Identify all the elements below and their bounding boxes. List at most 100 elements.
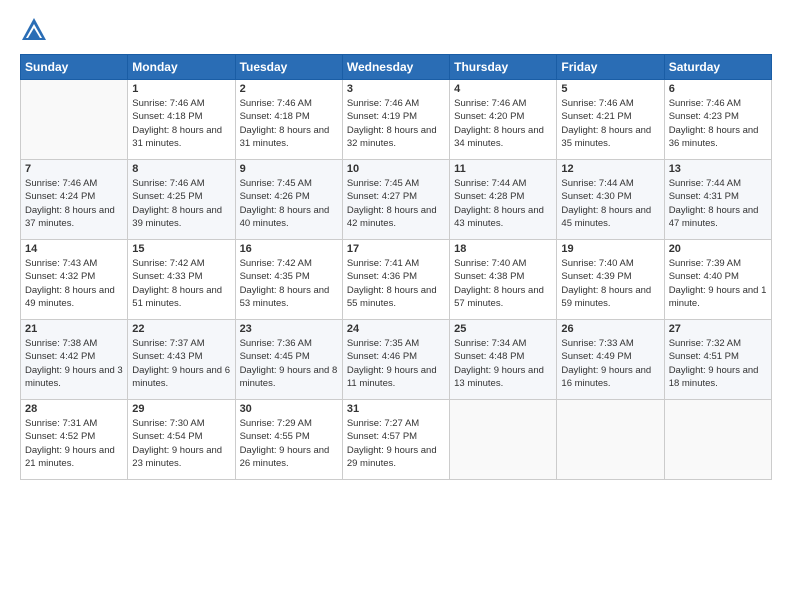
day-number: 21 bbox=[25, 323, 123, 335]
day-info: Sunrise: 7:41 AMSunset: 4:36 PMDaylight:… bbox=[347, 257, 445, 310]
day-info: Sunrise: 7:44 AMSunset: 4:31 PMDaylight:… bbox=[669, 177, 767, 230]
day-number: 28 bbox=[25, 403, 123, 415]
calendar-cell: 21 Sunrise: 7:38 AMSunset: 4:42 PMDayligh… bbox=[21, 320, 128, 400]
day-number: 13 bbox=[669, 163, 767, 175]
day-number: 1 bbox=[132, 83, 230, 95]
calendar-cell: 12 Sunrise: 7:44 AMSunset: 4:30 PMDayligh… bbox=[557, 160, 664, 240]
calendar-cell: 23 Sunrise: 7:36 AMSunset: 4:45 PMDayligh… bbox=[235, 320, 342, 400]
calendar-cell: 20 Sunrise: 7:39 AMSunset: 4:40 PMDayligh… bbox=[664, 240, 771, 320]
calendar-cell: 6Sunrise: 7:46 AMSunset: 4:23 PMDaylight… bbox=[664, 80, 771, 160]
day-info: Sunrise: 7:45 AMSunset: 4:26 PMDaylight:… bbox=[240, 177, 338, 230]
calendar-cell: 29 Sunrise: 7:30 AMSunset: 4:54 PMDayligh… bbox=[128, 400, 235, 480]
calendar-cell bbox=[450, 400, 557, 480]
calendar-cell: 17Sunrise: 7:41 AMSunset: 4:36 PMDayligh… bbox=[342, 240, 449, 320]
weekday-header: Friday bbox=[557, 55, 664, 80]
day-info: Sunrise: 7:45 AMSunset: 4:27 PMDaylight:… bbox=[347, 177, 445, 230]
calendar-cell bbox=[557, 400, 664, 480]
day-info: Sunrise: 7:46 AMSunset: 4:18 PMDaylight:… bbox=[132, 97, 230, 150]
day-number: 2 bbox=[240, 83, 338, 95]
day-info: Sunrise: 7:42 AMSunset: 4:35 PMDaylight:… bbox=[240, 257, 338, 310]
day-info: Sunrise: 7:34 AMSunset: 4:48 PMDaylight:… bbox=[454, 337, 552, 390]
weekday-header: Thursday bbox=[450, 55, 557, 80]
day-number: 26 bbox=[561, 323, 659, 335]
day-number: 4 bbox=[454, 83, 552, 95]
calendar-week-row: 1 Sunrise: 7:46 AMSunset: 4:18 PMDaylight… bbox=[21, 80, 772, 160]
calendar-week-row: 21 Sunrise: 7:38 AMSunset: 4:42 PMDayligh… bbox=[21, 320, 772, 400]
weekday-header: Monday bbox=[128, 55, 235, 80]
day-info: Sunrise: 7:46 AMSunset: 4:24 PMDaylight:… bbox=[25, 177, 123, 230]
day-number: 7 bbox=[25, 163, 123, 175]
calendar-cell: 22 Sunrise: 7:37 AMSunset: 4:43 PMDayligh… bbox=[128, 320, 235, 400]
calendar-cell: 26 Sunrise: 7:33 AMSunset: 4:49 PMDayligh… bbox=[557, 320, 664, 400]
day-number: 27 bbox=[669, 323, 767, 335]
calendar-cell: 3 Sunrise: 7:46 AMSunset: 4:19 PMDaylight… bbox=[342, 80, 449, 160]
day-info: Sunrise: 7:36 AMSunset: 4:45 PMDaylight:… bbox=[240, 337, 338, 390]
day-number: 11 bbox=[454, 163, 552, 175]
day-number: 14 bbox=[25, 243, 123, 255]
day-number: 20 bbox=[669, 243, 767, 255]
day-number: 12 bbox=[561, 163, 659, 175]
calendar-week-row: 28Sunrise: 7:31 AMSunset: 4:52 PMDayligh… bbox=[21, 400, 772, 480]
logo bbox=[20, 16, 52, 44]
calendar-cell: 11Sunrise: 7:44 AMSunset: 4:28 PMDayligh… bbox=[450, 160, 557, 240]
day-info: Sunrise: 7:46 AMSunset: 4:18 PMDaylight:… bbox=[240, 97, 338, 150]
calendar-cell: 4 Sunrise: 7:46 AMSunset: 4:20 PMDaylight… bbox=[450, 80, 557, 160]
calendar-cell bbox=[664, 400, 771, 480]
weekday-header: Saturday bbox=[664, 55, 771, 80]
day-info: Sunrise: 7:33 AMSunset: 4:49 PMDaylight:… bbox=[561, 337, 659, 390]
day-info: Sunrise: 7:32 AMSunset: 4:51 PMDaylight:… bbox=[669, 337, 767, 390]
calendar-cell: 14Sunrise: 7:43 AMSunset: 4:32 PMDayligh… bbox=[21, 240, 128, 320]
day-info: Sunrise: 7:46 AMSunset: 4:25 PMDaylight:… bbox=[132, 177, 230, 230]
header bbox=[20, 16, 772, 44]
day-info: Sunrise: 7:46 AMSunset: 4:20 PMDaylight:… bbox=[454, 97, 552, 150]
calendar-cell: 27 Sunrise: 7:32 AMSunset: 4:51 PMDayligh… bbox=[664, 320, 771, 400]
day-number: 15 bbox=[132, 243, 230, 255]
day-number: 23 bbox=[240, 323, 338, 335]
day-number: 25 bbox=[454, 323, 552, 335]
calendar-cell: 24 Sunrise: 7:35 AMSunset: 4:46 PMDayligh… bbox=[342, 320, 449, 400]
day-number: 5 bbox=[561, 83, 659, 95]
day-number: 29 bbox=[132, 403, 230, 415]
calendar-cell: 18 Sunrise: 7:40 AMSunset: 4:38 PMDayligh… bbox=[450, 240, 557, 320]
weekday-header: Tuesday bbox=[235, 55, 342, 80]
calendar-cell: 16 Sunrise: 7:42 AMSunset: 4:35 PMDayligh… bbox=[235, 240, 342, 320]
calendar-cell: 2 Sunrise: 7:46 AMSunset: 4:18 PMDaylight… bbox=[235, 80, 342, 160]
day-info: Sunrise: 7:46 AMSunset: 4:19 PMDaylight:… bbox=[347, 97, 445, 150]
calendar-cell: 15 Sunrise: 7:42 AMSunset: 4:33 PMDayligh… bbox=[128, 240, 235, 320]
day-number: 3 bbox=[347, 83, 445, 95]
day-number: 9 bbox=[240, 163, 338, 175]
day-number: 16 bbox=[240, 243, 338, 255]
weekday-header: Sunday bbox=[21, 55, 128, 80]
day-number: 31 bbox=[347, 403, 445, 415]
weekday-header: Wednesday bbox=[342, 55, 449, 80]
day-number: 10 bbox=[347, 163, 445, 175]
calendar-table: SundayMondayTuesdayWednesdayThursdayFrid… bbox=[20, 54, 772, 480]
calendar-cell: 9 Sunrise: 7:45 AMSunset: 4:26 PMDaylight… bbox=[235, 160, 342, 240]
calendar-cell bbox=[21, 80, 128, 160]
day-info: Sunrise: 7:40 AMSunset: 4:39 PMDaylight:… bbox=[561, 257, 659, 310]
day-number: 18 bbox=[454, 243, 552, 255]
day-info: Sunrise: 7:30 AMSunset: 4:54 PMDaylight:… bbox=[132, 417, 230, 470]
day-info: Sunrise: 7:38 AMSunset: 4:42 PMDaylight:… bbox=[25, 337, 123, 390]
day-info: Sunrise: 7:37 AMSunset: 4:43 PMDaylight:… bbox=[132, 337, 230, 390]
calendar-cell: 30Sunrise: 7:29 AMSunset: 4:55 PMDayligh… bbox=[235, 400, 342, 480]
calendar-cell: 25 Sunrise: 7:34 AMSunset: 4:48 PMDayligh… bbox=[450, 320, 557, 400]
calendar-cell: 19Sunrise: 7:40 AMSunset: 4:39 PMDayligh… bbox=[557, 240, 664, 320]
logo-icon bbox=[20, 16, 48, 44]
weekday-header-row: SundayMondayTuesdayWednesdayThursdayFrid… bbox=[21, 55, 772, 80]
calendar-week-row: 7 Sunrise: 7:46 AMSunset: 4:24 PMDaylight… bbox=[21, 160, 772, 240]
calendar-cell: 13 Sunrise: 7:44 AMSunset: 4:31 PMDayligh… bbox=[664, 160, 771, 240]
day-info: Sunrise: 7:40 AMSunset: 4:38 PMDaylight:… bbox=[454, 257, 552, 310]
day-number: 6 bbox=[669, 83, 767, 95]
day-info: Sunrise: 7:27 AMSunset: 4:57 PMDaylight:… bbox=[347, 417, 445, 470]
day-info: Sunrise: 7:44 AMSunset: 4:30 PMDaylight:… bbox=[561, 177, 659, 230]
day-info: Sunrise: 7:35 AMSunset: 4:46 PMDaylight:… bbox=[347, 337, 445, 390]
day-number: 24 bbox=[347, 323, 445, 335]
calendar-page: SundayMondayTuesdayWednesdayThursdayFrid… bbox=[0, 0, 792, 612]
day-info: Sunrise: 7:42 AMSunset: 4:33 PMDaylight:… bbox=[132, 257, 230, 310]
calendar-cell: 7 Sunrise: 7:46 AMSunset: 4:24 PMDaylight… bbox=[21, 160, 128, 240]
calendar-cell: 10 Sunrise: 7:45 AMSunset: 4:27 PMDayligh… bbox=[342, 160, 449, 240]
day-number: 22 bbox=[132, 323, 230, 335]
day-info: Sunrise: 7:39 AMSunset: 4:40 PMDaylight:… bbox=[669, 257, 767, 310]
day-number: 8 bbox=[132, 163, 230, 175]
